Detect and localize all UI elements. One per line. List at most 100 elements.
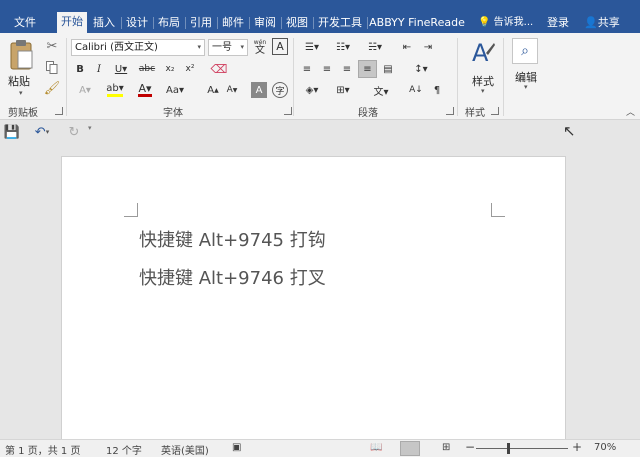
increase-indent-button[interactable]: ⇥	[419, 39, 437, 55]
font-name-combo[interactable]: Calibri (西文正文) ▾	[71, 39, 205, 56]
show-marks-button[interactable]: ¶	[429, 82, 445, 98]
print-layout-button[interactable]	[400, 441, 420, 456]
read-mode-icon[interactable]: 📖	[370, 442, 382, 453]
zoom-slider-track[interactable]	[476, 443, 568, 454]
decrease-indent-button[interactable]: ⇤	[398, 39, 416, 55]
font-color-icon: A▾	[138, 82, 152, 95]
share-button[interactable]: 👤共享	[584, 13, 620, 33]
paste-dropdown-arrow[interactable]: ▾	[19, 89, 23, 97]
styles-icon: A	[472, 39, 495, 67]
paste-button[interactable]	[6, 36, 36, 74]
chinese-layout-button[interactable]: 文▾	[368, 82, 394, 98]
sort-button[interactable]: A↓	[408, 82, 424, 98]
tab-abbyy[interactable]: ABBYY FineReade	[369, 13, 465, 33]
zoom-out-button[interactable]: −	[465, 440, 475, 454]
sign-in-link[interactable]: 登录	[547, 13, 569, 33]
document-line[interactable]: 快捷键 Alt+9745 打钩	[139, 226, 326, 252]
tab-developer[interactable]: 开发工具	[315, 13, 365, 33]
font-size-combo[interactable]: 一号 ▾	[208, 39, 248, 56]
search-icon: ⌕	[521, 43, 529, 59]
tab-layout[interactable]: 布局	[155, 13, 183, 33]
macro-record-icon[interactable]: ▣	[232, 442, 241, 453]
clipboard-group-label: 剪贴板	[8, 108, 38, 119]
document-area: 快捷键 Alt+9745 打钩 快捷键 Alt+9746 打叉	[0, 143, 640, 456]
web-layout-icon[interactable]: ⊞	[442, 442, 450, 453]
styles-launcher-icon[interactable]	[491, 107, 499, 115]
zoom-level[interactable]: 70%	[594, 442, 616, 453]
tell-me-placeholder: 告诉我...	[493, 17, 534, 28]
phonetic-guide-button[interactable]: wén 文	[251, 38, 269, 56]
paste-label: 粘贴	[8, 75, 30, 88]
save-icon[interactable]: 💾	[4, 124, 20, 140]
tab-view[interactable]: 视图	[283, 13, 311, 33]
clipboard-launcher-icon[interactable]	[55, 107, 63, 115]
align-left-button[interactable]: ≡	[299, 61, 315, 77]
font-color-button[interactable]: A▾	[133, 82, 157, 98]
align-right-button[interactable]: ≡	[339, 61, 355, 77]
distributed-button[interactable]: ▤	[380, 61, 396, 77]
align-center-button[interactable]: ≡	[319, 61, 335, 77]
styles-gallery-button[interactable]: A	[468, 38, 498, 70]
margin-corner-top-left	[124, 203, 138, 217]
italic-button[interactable]: I	[91, 61, 107, 77]
tab-review[interactable]: 审阅	[251, 13, 279, 33]
find-button[interactable]: ⌕	[512, 38, 538, 64]
quick-access-toolbar: 💾 ↶ ▾ ↻ ▾ ↖	[0, 121, 640, 143]
margin-corner-top-right	[491, 203, 505, 217]
bold-button[interactable]: B	[72, 61, 88, 77]
chevron-down-icon[interactable]: ▾	[481, 87, 485, 95]
shrink-font-button[interactable]: A ▼	[224, 82, 240, 98]
paragraph-launcher-icon[interactable]	[446, 107, 454, 115]
tab-references[interactable]: 引用	[187, 13, 215, 33]
cut-icon[interactable]: ✂	[44, 38, 60, 54]
line-spacing-button[interactable]: ↕▾	[408, 61, 434, 77]
numbering-button[interactable]: ☷▾	[330, 39, 356, 55]
underline-button[interactable]: U▾	[110, 61, 132, 77]
strikethrough-button[interactable]: abc	[136, 61, 158, 77]
tab-file[interactable]: 文件	[6, 13, 44, 33]
vertical-scrollbar[interactable]	[624, 143, 640, 439]
text-effects-button[interactable]: A▾	[72, 82, 98, 98]
tab-home[interactable]: 开始	[57, 12, 87, 33]
paragraph-group-label: 段落	[358, 108, 378, 119]
bullets-button[interactable]: ☰▾	[299, 39, 325, 55]
font-name-value: Calibri (西文正文)	[75, 42, 158, 53]
document-line[interactable]: 快捷键 Alt+9746 打叉	[139, 264, 326, 290]
shading-button[interactable]: ◈▾	[299, 82, 325, 98]
chevron-down-icon: ▾	[240, 43, 244, 51]
character-shading-button[interactable]: A	[251, 82, 267, 98]
status-bar: 第 1 页，共 1 页 12 个字 英语(美国) ▣ 📖 ⊞ − + 70%	[0, 439, 640, 457]
collapse-ribbon-icon[interactable]: ︿	[626, 105, 635, 118]
chevron-down-icon[interactable]: ▾	[524, 83, 528, 91]
page-count[interactable]: 第 1 页，共 1 页	[5, 442, 80, 457]
clear-formatting-icon[interactable]: ⌫	[210, 61, 228, 77]
highlight-button[interactable]: ab▾	[102, 82, 128, 98]
character-border-button[interactable]: A	[272, 38, 288, 55]
person-icon: 👤	[584, 16, 598, 29]
customize-qat-icon[interactable]: ▾	[88, 124, 92, 132]
multilevel-list-button[interactable]: ☵▾	[362, 39, 388, 55]
redo-icon[interactable]: ↻	[66, 124, 82, 140]
font-launcher-icon[interactable]	[284, 107, 292, 115]
subscript-button[interactable]: x₂	[162, 61, 178, 77]
justify-button[interactable]: ≡	[358, 60, 377, 78]
format-painter-icon[interactable]: 🖌	[44, 80, 61, 96]
superscript-button[interactable]: x²	[182, 61, 198, 77]
undo-icon[interactable]: ↶ ▾	[30, 124, 54, 140]
highlight-color-swatch	[107, 94, 123, 97]
font-color-swatch	[138, 94, 152, 97]
change-case-button[interactable]: Aa▾	[162, 82, 188, 98]
grow-font-button[interactable]: A ▲	[205, 82, 221, 98]
tab-insert[interactable]: 插入	[90, 13, 118, 33]
copy-icon[interactable]	[44, 59, 60, 75]
tab-mailings[interactable]: 邮件	[219, 13, 247, 33]
enclose-characters-button[interactable]: 字	[272, 82, 288, 98]
tell-me-box[interactable]: 💡 告诉我...	[478, 13, 533, 33]
language[interactable]: 英语(美国)	[161, 442, 209, 457]
document-page[interactable]: 快捷键 Alt+9745 打钩 快捷键 Alt+9746 打叉	[61, 156, 566, 456]
tab-design[interactable]: 设计	[123, 13, 151, 33]
zoom-in-button[interactable]: +	[572, 440, 582, 454]
zoom-slider-thumb[interactable]	[507, 443, 511, 454]
word-count[interactable]: 12 个字	[106, 442, 142, 457]
borders-button[interactable]: ⊞▾	[330, 82, 356, 98]
